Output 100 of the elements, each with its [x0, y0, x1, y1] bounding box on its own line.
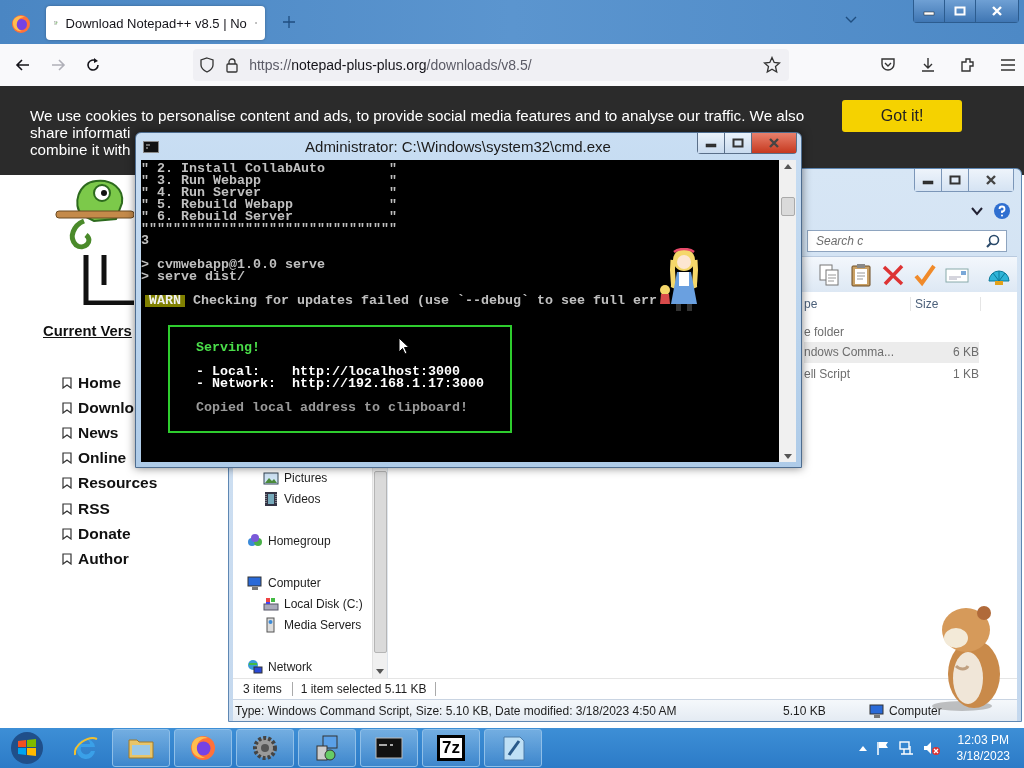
scroll-thumb[interactable] — [373, 471, 387, 653]
scrollbar[interactable] — [779, 160, 796, 462]
flag-icon[interactable] — [874, 740, 891, 756]
search-icon[interactable] — [986, 234, 1000, 248]
browser-tab[interactable]: Download Notepad++ v8.5 | No — [46, 6, 265, 40]
sidebar-link[interactable]: Donate — [62, 521, 131, 547]
taskbar-button[interactable] — [360, 729, 418, 767]
scroll-down-icon[interactable] — [376, 669, 384, 674]
console-line: 3 — [141, 235, 149, 247]
sidebar-link[interactable]: RSS — [62, 495, 110, 522]
console-line: > cvmwebapp@1.0.0 serve — [141, 259, 325, 271]
sidebar-link[interactable]: Author — [62, 546, 129, 572]
clock-time[interactable]: 12:03 PM — [957, 732, 1009, 748]
cookie-notice-text: share informati — [30, 124, 131, 141]
nav-tree-item[interactable]: Pictures — [233, 467, 372, 488]
url-text: https://notepad-plus-plus.org/downloads/v8.5/ — [249, 57, 533, 73]
firefox-icon — [188, 733, 218, 763]
maximize-button[interactable] — [941, 169, 968, 191]
computer-icon — [247, 574, 263, 591]
console-line: - Local: http://localhost:3000 — [196, 366, 460, 378]
clipboard-icon[interactable] — [849, 262, 873, 287]
nav-tree-item[interactable]: Homegroup — [233, 530, 372, 551]
file-type-cell[interactable]: ell Script — [804, 366, 914, 381]
search-field[interactable]: Search c — [807, 230, 1007, 252]
cross-icon[interactable] — [881, 262, 905, 287]
check-icon[interactable] — [913, 262, 937, 287]
bookmark-icon — [62, 401, 72, 414]
bookmark-icon — [62, 552, 72, 565]
help-icon[interactable] — [993, 202, 1011, 220]
scroll-down-icon[interactable] — [783, 454, 792, 459]
console-line: > serve dist/ — [141, 271, 245, 283]
minimize-button[interactable] — [915, 169, 941, 191]
taskbar-button[interactable] — [236, 729, 294, 767]
bookmark-icon — [62, 426, 72, 439]
file-details-text: Type: Windows Command Script, Size: 5.10 KB, Date modified: 3/18/2023 4:50 AM — [234, 703, 678, 718]
network-icon[interactable] — [898, 740, 915, 756]
lock-icon — [225, 57, 240, 73]
firefox-logo-icon[interactable] — [11, 14, 31, 34]
cookie-notice-text: We use cookies to personalise content and ads, to provide social media features and to analyse our traffic. We also — [30, 107, 805, 124]
maximize-icon[interactable] — [949, 175, 961, 185]
console-line: Checking for updates failed (use `--debug` to see full err — [193, 295, 657, 307]
column-header[interactable]: pe — [804, 296, 911, 311]
close-button[interactable] — [975, 0, 1018, 22]
console-line: Serving! — [196, 342, 260, 354]
menu-icon[interactable] — [999, 56, 1017, 74]
cookie-notice-text: combine it with — [30, 141, 131, 158]
close-button[interactable] — [968, 169, 1013, 191]
clock-date[interactable]: 3/18/2023 — [956, 748, 1010, 764]
console-line: " 3. Run Webapp " — [141, 175, 397, 187]
console-line: " 6. Rebuild Server " — [141, 211, 397, 223]
accept-button[interactable]: Got it! — [842, 100, 963, 132]
bookmark-icon — [62, 527, 72, 540]
console-line: - Network: http://192.168.1.17:3000 — [196, 378, 484, 390]
maximize-button[interactable] — [944, 0, 975, 22]
shield-icon[interactable] — [199, 57, 216, 73]
nav-tree-item[interactable]: Media Servers — [233, 614, 372, 635]
bookmark-icon — [62, 502, 72, 515]
pocket-icon[interactable] — [879, 56, 897, 74]
bookmark-icon — [62, 376, 72, 389]
address-field[interactable]: https://notepad-plus-plus.org/downloads/v8.5/ — [193, 49, 789, 81]
scroll-thumb[interactable] — [780, 197, 795, 216]
console-line: Copied local address to clipboard! — [196, 402, 468, 414]
download-icon[interactable] — [919, 56, 937, 74]
start-button[interactable] — [10, 731, 44, 765]
speaker-muted-icon[interactable] — [922, 740, 941, 756]
extensions-icon[interactable] — [959, 56, 977, 74]
maximize-icon[interactable] — [732, 138, 744, 148]
file-size-text: 5.10 KB — [783, 703, 827, 718]
item-count: 3 items — [233, 682, 293, 696]
nav-tree-item[interactable]: Network — [233, 656, 372, 677]
sidebar-link[interactable]: Online — [62, 445, 127, 471]
gear-icon — [250, 733, 280, 763]
chevron-down-icon[interactable] — [971, 206, 983, 216]
sidebar-link[interactable]: News — [62, 420, 119, 446]
search-input[interactable]: Search c — [814, 233, 986, 249]
taskbar-button[interactable]: 7z — [422, 729, 480, 767]
sidebar-link[interactable]: Resources — [62, 470, 158, 496]
file-size-cell[interactable]: 1 KB — [914, 366, 979, 381]
nav-tree-item[interactable]: Computer — [233, 572, 372, 593]
file-type-cell[interactable]: e folder — [804, 324, 914, 339]
network-icon — [247, 658, 263, 675]
caret-up-icon[interactable] — [858, 745, 867, 751]
maximize-button[interactable] — [724, 133, 751, 153]
nav-tree-item[interactable]: Videos — [233, 488, 372, 509]
console-line: " 2. Install CollabAuto " — [141, 163, 397, 175]
window-title: Administrator: C:\Windows\system32\cmd.exe — [304, 138, 612, 155]
nav-tree-item[interactable]: Local Disk (C:) — [233, 593, 372, 614]
close-button[interactable] — [751, 133, 796, 153]
star-icon[interactable] — [763, 56, 781, 74]
location-text: Computer — [889, 703, 942, 718]
file-size-cell[interactable]: 6 KB — [914, 342, 979, 363]
minimize-button[interactable] — [698, 133, 724, 153]
file-type-cell[interactable]: ndows Comma... — [804, 342, 914, 363]
warning-label: WARN — [145, 295, 185, 307]
computer-icon — [869, 702, 885, 719]
sidebar-link[interactable]: Downlo — [62, 395, 134, 421]
mouse-pointer-icon — [398, 337, 410, 355]
close-icon[interactable] — [985, 175, 997, 185]
sidebar-link[interactable]: Home — [62, 370, 122, 396]
column-header[interactable]: Size — [911, 296, 981, 311]
